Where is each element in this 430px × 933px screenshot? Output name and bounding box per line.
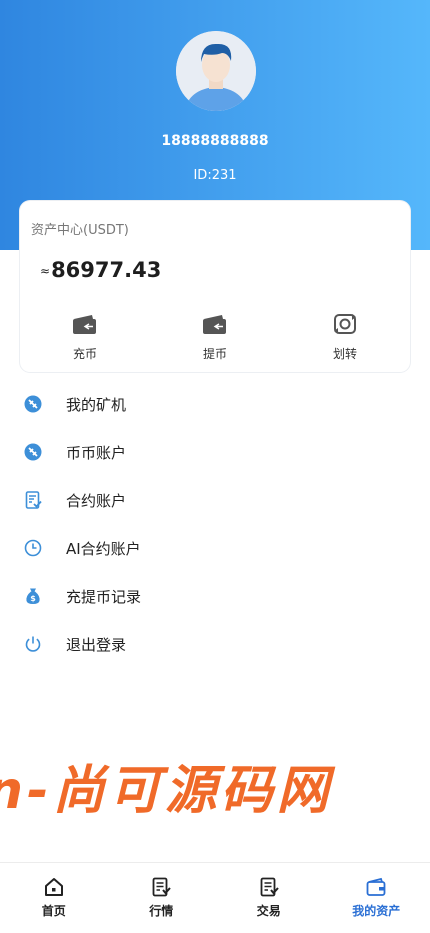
- money-bag-icon: $: [24, 587, 42, 605]
- tab-home[interactable]: 首页: [0, 863, 108, 933]
- tab-my-assets[interactable]: 我的资产: [323, 863, 430, 933]
- tab-market[interactable]: 行情: [108, 863, 216, 933]
- menu-label-deposit-withdraw-records: 充提币记录: [66, 586, 141, 607]
- deposit-label: 充币: [73, 345, 97, 362]
- tab-label-home: 首页: [42, 902, 66, 919]
- menu-item-logout[interactable]: 退出登录: [0, 620, 430, 668]
- asset-amount-value: 86977.43: [51, 258, 161, 282]
- transfer-icon: [332, 313, 358, 335]
- phone-number: 18888888888: [0, 133, 430, 149]
- transfer-label: 划转: [333, 345, 357, 362]
- deposit-button[interactable]: 充币: [20, 313, 150, 363]
- avatar-image: [176, 31, 256, 111]
- asset-title: 资产中心(USDT): [31, 219, 129, 238]
- bottom-tab-bar: 首页 行情 交易 我的资产: [0, 862, 430, 933]
- avatar[interactable]: [176, 31, 256, 111]
- mining-icon: [24, 395, 42, 413]
- asset-actions: 充币 提币 划转: [20, 313, 410, 363]
- menu-item-ai-contract-account[interactable]: AI合约账户: [0, 524, 430, 572]
- market-icon: [151, 877, 171, 897]
- trade-icon: [259, 877, 279, 897]
- menu-label-logout: 退出登录: [66, 634, 126, 655]
- wallet-icon: [202, 313, 228, 335]
- wallet-icon: [366, 877, 386, 897]
- watermark-text: n-尚可源码网: [0, 748, 430, 808]
- withdraw-button[interactable]: 提币: [150, 313, 280, 363]
- menu-label-coin-account: 币币账户: [66, 442, 126, 463]
- menu-item-mining[interactable]: 我的矿机: [0, 380, 430, 428]
- tab-label-trade: 交易: [257, 902, 281, 919]
- menu-label-ai-contract-account: AI合约账户: [66, 538, 141, 559]
- tab-trade[interactable]: 交易: [215, 863, 323, 933]
- tab-label-market: 行情: [149, 902, 173, 919]
- contract-icon: [24, 491, 42, 509]
- withdraw-label: 提币: [203, 345, 227, 362]
- svg-text:$: $: [30, 594, 36, 603]
- menu-list: 我的矿机 币币账户 合约账户 AI合约账户 $ 充提币记录: [0, 380, 430, 668]
- user-id: ID:231: [0, 168, 430, 183]
- power-icon: [24, 635, 42, 653]
- coin-account-icon: [24, 443, 42, 461]
- transfer-button[interactable]: 划转: [280, 313, 410, 363]
- menu-item-coin-account[interactable]: 币币账户: [0, 428, 430, 476]
- menu-item-contract-account[interactable]: 合约账户: [0, 476, 430, 524]
- asset-amount: ≈86977.43: [40, 258, 161, 282]
- menu-label-mining: 我的矿机: [66, 394, 126, 415]
- home-icon: [44, 877, 64, 897]
- wallet-icon: [72, 313, 98, 335]
- approx-sign: ≈: [40, 264, 50, 278]
- clock-icon: [24, 539, 42, 557]
- asset-card: 资产中心(USDT) ≈86977.43 充币 提币 划转: [20, 201, 410, 372]
- menu-item-deposit-withdraw-records[interactable]: $ 充提币记录: [0, 572, 430, 620]
- tab-label-my-assets: 我的资产: [352, 902, 400, 919]
- menu-label-contract-account: 合约账户: [66, 490, 126, 511]
